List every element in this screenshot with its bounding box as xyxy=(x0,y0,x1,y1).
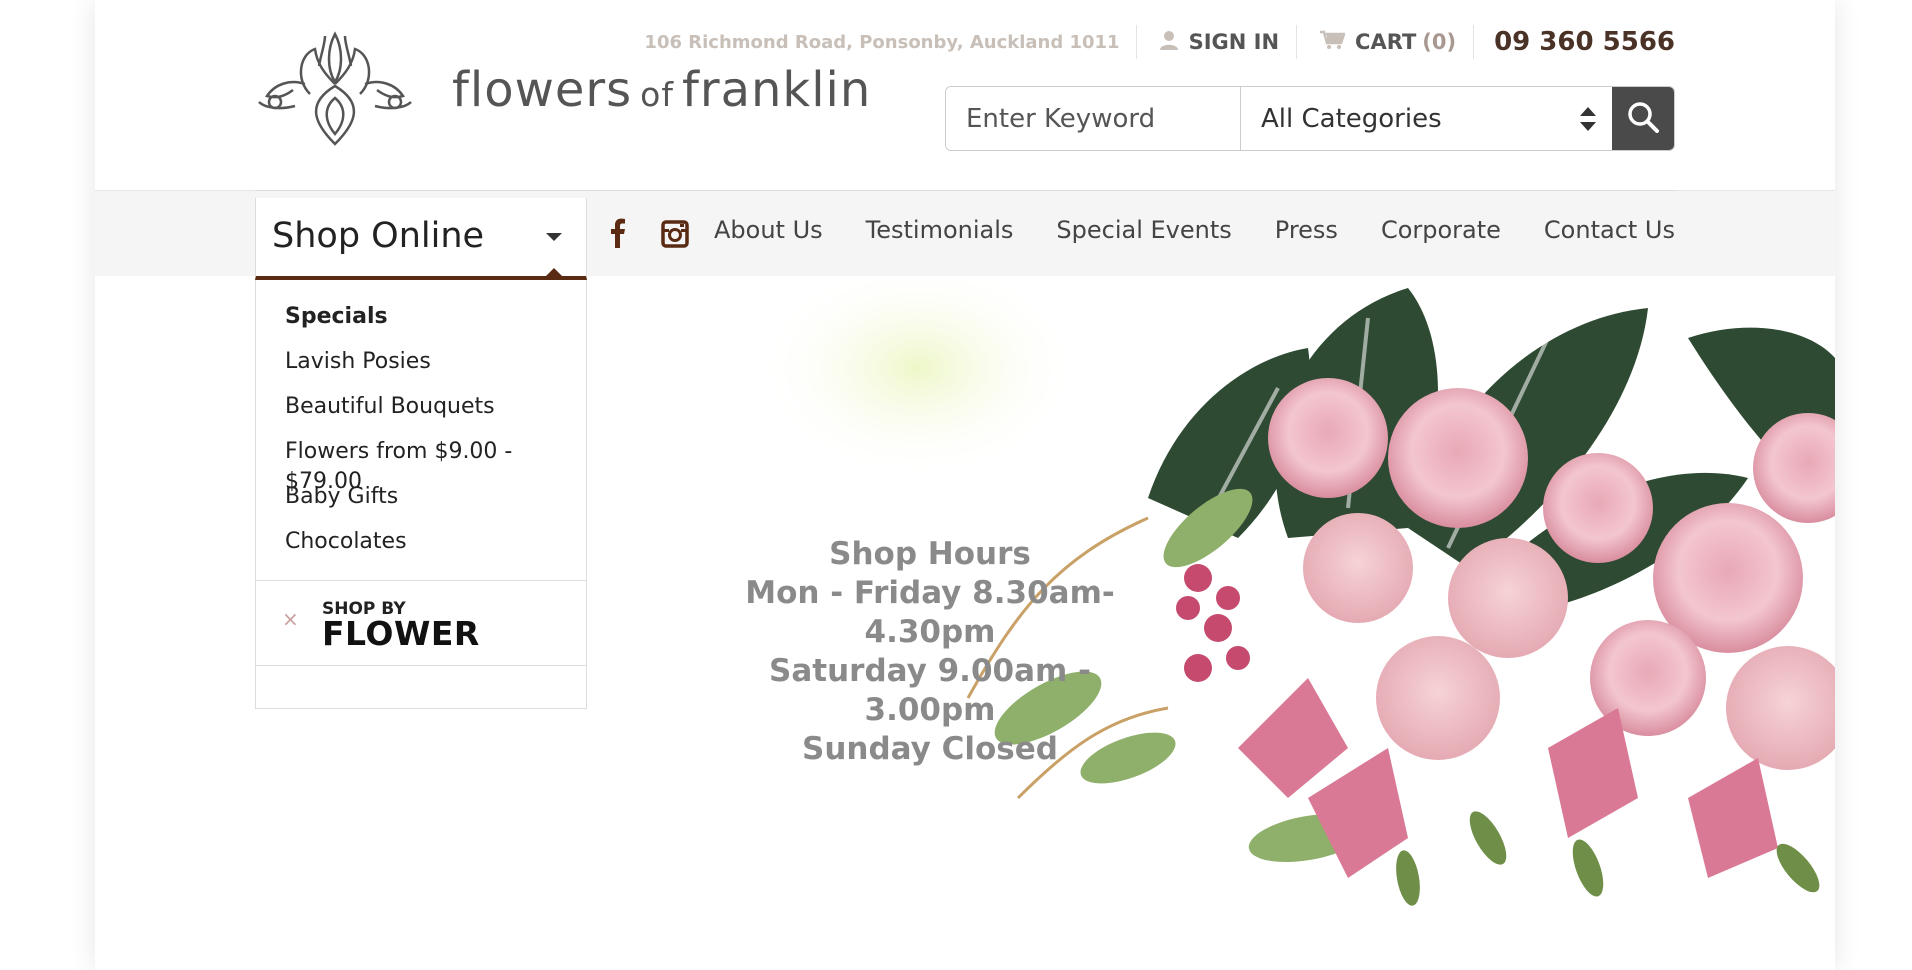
shop-by-flower-section[interactable]: × SHOP BY FLOWER xyxy=(256,580,586,666)
nav-top-divider xyxy=(255,190,1675,191)
cart-count: (0) xyxy=(1422,30,1457,54)
nav-contact-us[interactable]: Contact Us xyxy=(1544,216,1675,244)
shop-online-dropdown-toggle[interactable]: Shop Online xyxy=(255,198,587,280)
store-address: 106 Richmond Road, Ponsonby, Auckland 10… xyxy=(644,31,1120,53)
brand-name[interactable]: flowers of franklin xyxy=(452,62,871,118)
logo-icon[interactable] xyxy=(255,24,415,152)
top-bar: 106 Richmond Road, Ponsonby, Auckland 10… xyxy=(644,25,1675,59)
sign-in-label: SIGN IN xyxy=(1188,30,1280,54)
cart-link[interactable]: CART (0) xyxy=(1297,30,1473,55)
category-select[interactable]: All Categories xyxy=(1241,87,1612,150)
menu-item-specials[interactable]: Specials xyxy=(285,302,586,347)
brand-word-flowers: flowers xyxy=(452,62,633,118)
shop-hours-sunday: Sunday Closed xyxy=(802,731,1058,767)
select-arrows-icon xyxy=(1578,105,1598,140)
search-input[interactable] xyxy=(946,87,1241,150)
menu-item-chocolates[interactable]: Chocolates xyxy=(285,527,586,572)
nav-corporate[interactable]: Corporate xyxy=(1381,216,1501,244)
category-list: Specials Lavish Posies Beautiful Bouquet… xyxy=(256,280,586,572)
close-icon[interactable]: × xyxy=(282,607,299,631)
shop-hours-title: Shop Hours xyxy=(829,536,1031,572)
shop-online-label: Shop Online xyxy=(272,216,485,256)
chevron-down-icon xyxy=(546,233,562,241)
phone-number[interactable]: 09 360 5566 xyxy=(1474,27,1675,57)
facebook-icon[interactable] xyxy=(610,218,626,252)
shop-online-menu: Specials Lavish Posies Beautiful Bouquet… xyxy=(255,280,587,709)
shop-by-flower-label: FLOWER xyxy=(322,614,480,653)
user-icon xyxy=(1159,30,1179,55)
category-selected-value: All Categories xyxy=(1261,103,1442,134)
menu-item-lavish-posies[interactable]: Lavish Posies xyxy=(285,347,586,392)
nav-about-us[interactable]: About Us xyxy=(714,216,823,244)
cart-label: CART xyxy=(1355,30,1417,54)
dropdown-notch xyxy=(546,268,562,276)
nav-press[interactable]: Press xyxy=(1275,216,1338,244)
page-container: flowers of franklin 106 Richmond Road, Pon… xyxy=(95,0,1835,970)
menu-item-beautiful-bouquets[interactable]: Beautiful Bouquets xyxy=(285,392,586,437)
sign-in-link[interactable]: SIGN IN xyxy=(1137,30,1296,55)
search-icon xyxy=(1627,101,1659,137)
main-nav: About Us Testimonials Special Events Pre… xyxy=(714,216,1675,244)
nav-special-events[interactable]: Special Events xyxy=(1056,216,1231,244)
shop-hours-saturday: Saturday 9.00am - 3.00pm xyxy=(769,653,1091,728)
instagram-icon[interactable] xyxy=(661,220,689,252)
nav-testimonials[interactable]: Testimonials xyxy=(866,216,1014,244)
brand-word-of: of xyxy=(640,75,674,114)
menu-item-flowers-price-range[interactable]: Flowers from $9.00 - $79.00 xyxy=(285,437,586,494)
search-button[interactable] xyxy=(1612,87,1674,150)
search-bar: All Categories xyxy=(945,86,1675,151)
shop-hours: Shop Hours Mon - Friday 8.30am- 4.30pm S… xyxy=(730,535,1130,769)
menu-item-baby-gifts[interactable]: Baby Gifts xyxy=(285,482,586,527)
cart-icon xyxy=(1319,30,1346,55)
shop-hours-weekdays: Mon - Friday 8.30am- 4.30pm xyxy=(745,575,1115,650)
brand-word-franklin: franklin xyxy=(681,62,872,118)
